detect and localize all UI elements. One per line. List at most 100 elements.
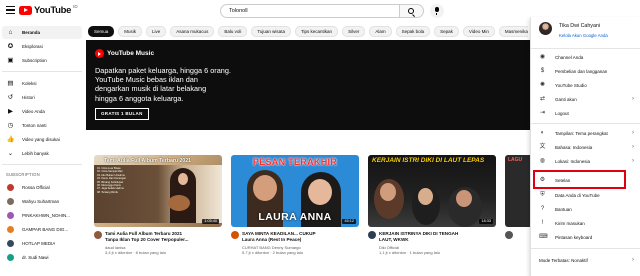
- video-meta: Diki Official 1,1 jt x ditonton · 1 bula…: [379, 245, 494, 255]
- youtube-music-icon: [95, 49, 104, 58]
- video-card[interactable]: KERJAIN ISTRI DIKI DI LAUT LEPAS 18:33 K…: [368, 155, 498, 267]
- menu-item-label: Pembelian dan langganan: [555, 68, 608, 74]
- subscription-label: PINKAKHWN_NOHIN...: [22, 213, 71, 218]
- menu-item-logout[interactable]: ⇥ Logout: [531, 106, 640, 120]
- sidebar: ⌂ Beranda ✪ Eksplorasi ▣ Subscription ▤ …: [0, 22, 85, 276]
- video-meta: CURHAT BANG Denny Sumargo 5,7 jt x diton…: [242, 245, 357, 255]
- sidebar-item-video-anda[interactable]: ▶ Video Anda: [2, 105, 82, 118]
- video-title-line: LAUT, WKWK: [379, 236, 409, 242]
- video-stats: 3,4 jt x ditonton · 8 bulan yang lalu: [105, 250, 166, 256]
- thumbnail-text: KERJAIN ISTRI DIKI DI LAUT LEPAS: [372, 157, 485, 164]
- chip[interactable]: Video Min: [462, 25, 495, 37]
- chip[interactable]: Tips kecantikan: [294, 25, 339, 37]
- account-header: Tika Dwi Cahyani Kelola Akun Google Anda: [531, 17, 640, 47]
- history-icon: ↺: [7, 94, 14, 101]
- menu-item-feedback[interactable]: ! Kirim masukan: [531, 216, 640, 230]
- menu-item-your-data[interactable]: ⛨ Data Anda di YouTube: [531, 188, 640, 202]
- logo-country: ID: [73, 4, 78, 9]
- library-icon: ▤: [7, 80, 14, 87]
- menu-item-purchases[interactable]: $ Pembelian dan langganan: [531, 64, 640, 78]
- menu-item-keyboard[interactable]: ⌨ Pintasan keyboard: [531, 230, 640, 244]
- thumbnail-figure: [253, 175, 277, 201]
- youtube-logo[interactable]: YouTube ID: [19, 4, 78, 16]
- sidebar-item-label: Beranda: [22, 30, 41, 35]
- video-title[interactable]: SAYA MINTA KEADILAN... CUKUP Laura Anna …: [242, 231, 357, 243]
- channel-avatar[interactable]: [231, 231, 239, 239]
- home-icon: ⌂: [8, 29, 13, 36]
- menu-item-studio[interactable]: ✺ YouTube Studio: [531, 78, 640, 92]
- subscription-item[interactable]: GAMPAR BANG DIG...: [2, 223, 82, 236]
- sidebar-item-video-disukai[interactable]: 👍 Video yang disukai: [2, 133, 82, 146]
- menu-item-appearance[interactable]: ◐ Tampilan: Tema perangkat ›: [531, 126, 640, 140]
- voice-search-button[interactable]: [430, 4, 444, 18]
- subscription-label: Rossa Official: [22, 185, 50, 190]
- sidebar-item-label: Tonton nanti: [22, 123, 47, 128]
- chip[interactable]: Masmenikan: [498, 25, 528, 37]
- chip[interactable]: Balu voli: [218, 25, 248, 37]
- avatar: [7, 184, 14, 191]
- search-button[interactable]: [400, 4, 424, 18]
- channel-avatar[interactable]: [505, 231, 513, 239]
- video-card[interactable]: Tami Aulia Full Album Terbaru 2021 01. C…: [94, 155, 224, 267]
- menu-divider: [531, 48, 640, 49]
- sidebar-item-beranda[interactable]: ⌂ Beranda: [2, 26, 82, 39]
- chip[interactable]: Live: [146, 25, 167, 37]
- video-title[interactable]: KERJAIN ISTRINYA DIKI DI TENGAH LAUT, WK…: [379, 231, 494, 243]
- menu-item-language[interactable]: 文 Bahasa: Indonesia ›: [531, 140, 640, 154]
- sidebar-item-label: Histori: [22, 95, 35, 100]
- video-thumbnail[interactable]: Tami Aulia Full Album Terbaru 2021 01. C…: [94, 155, 222, 227]
- data-icon: ⛨: [540, 191, 545, 198]
- free-trial-button[interactable]: GRATIS 1 BULAN: [95, 108, 149, 120]
- video-card[interactable]: PESAN TERAKHIR LAURA ANNA 45:12 SAYA MIN…: [231, 155, 361, 267]
- video-thumbnail[interactable]: PESAN TERAKHIR LAURA ANNA 45:12: [231, 155, 359, 227]
- search-icon: [408, 8, 414, 14]
- menu-item-help[interactable]: ? Bantuan: [531, 202, 640, 216]
- subscription-label: Wahyu Suhartman: [22, 199, 60, 204]
- subscription-item[interactable]: HOTLAP MEDIA: [2, 237, 82, 250]
- avatar: [539, 22, 552, 35]
- menu-item-channel[interactable]: ◉ Channel Anda: [531, 50, 640, 64]
- manage-account-link[interactable]: Kelola Akun Google Anda: [559, 33, 608, 38]
- chip[interactable]: Tujuan wisata: [251, 25, 291, 37]
- sidebar-item-histori[interactable]: ↺ Histori: [2, 91, 82, 104]
- chip[interactable]: Asana mukacus: [170, 25, 215, 37]
- subscription-item[interactable]: Wahyu Suhartman: [2, 195, 82, 208]
- menu-divider: [531, 123, 640, 124]
- menu-divider: [531, 248, 640, 249]
- thumbnail-figure: [178, 173, 188, 185]
- thumbnail-tracklist: 01. Cinta Luar Biasa 02. Cinta Sampai Ma…: [97, 167, 167, 194]
- menu-item-location[interactable]: ◍ Lokasi: Indonesia ›: [531, 154, 640, 168]
- chip[interactable]: Musik: [118, 25, 143, 37]
- theme-icon: ◐: [540, 129, 545, 136]
- chip[interactable]: Silver: [342, 25, 366, 37]
- chip[interactable]: Sepak: [434, 25, 459, 37]
- subscription-item[interactable]: Rossa Official: [2, 181, 82, 194]
- menu-icon[interactable]: [6, 6, 15, 14]
- chip[interactable]: Sepak bola: [395, 25, 431, 37]
- banner-line: dengarkan musik di latar belakang: [95, 84, 207, 94]
- chip[interactable]: Semua: [88, 25, 115, 37]
- subscription-item[interactable]: dr. Sudi Nawi: [2, 251, 82, 264]
- location-icon: ◍: [539, 157, 546, 164]
- video-title[interactable]: Tami Aulia Full Album Terbaru 2021 Tanpa…: [105, 231, 220, 243]
- chip[interactable]: Alam: [369, 25, 392, 37]
- sidebar-divider: [2, 71, 82, 72]
- menu-item-switch-account[interactable]: ⇄ Ganti akun ›: [531, 92, 640, 106]
- channel-avatar[interactable]: [368, 231, 376, 239]
- menu-item-label: Channel Anda: [555, 54, 584, 60]
- studio-icon: ✺: [539, 81, 546, 88]
- menu-item-restricted-mode[interactable]: Mode Terbatas: Nonaktif ›: [531, 253, 640, 267]
- thumbnail-figure: [308, 179, 332, 205]
- sidebar-item-koleksi[interactable]: ▤ Koleksi: [2, 77, 82, 90]
- avatar: [7, 254, 14, 261]
- search-input[interactable]: Tolonoll: [220, 4, 400, 18]
- sidebar-item-lebih-banyak[interactable]: ⌄ Lebih banyak: [2, 147, 82, 160]
- liked-icon: 👍: [6, 136, 15, 143]
- sidebar-item-eksplorasi[interactable]: ✪ Eksplorasi: [2, 40, 82, 53]
- video-thumbnail[interactable]: KERJAIN ISTRI DIKI DI LAUT LEPAS 18:33: [368, 155, 496, 227]
- channel-avatar[interactable]: [94, 231, 102, 239]
- chevron-right-icon: ›: [632, 130, 634, 136]
- subscription-item[interactable]: PINKAKHWN_NOHIN...: [2, 209, 82, 222]
- sidebar-item-subscription[interactable]: ▣ Subscription: [2, 54, 82, 67]
- sidebar-item-tonton-nanti[interactable]: ◷ Tonton nanti: [2, 119, 82, 132]
